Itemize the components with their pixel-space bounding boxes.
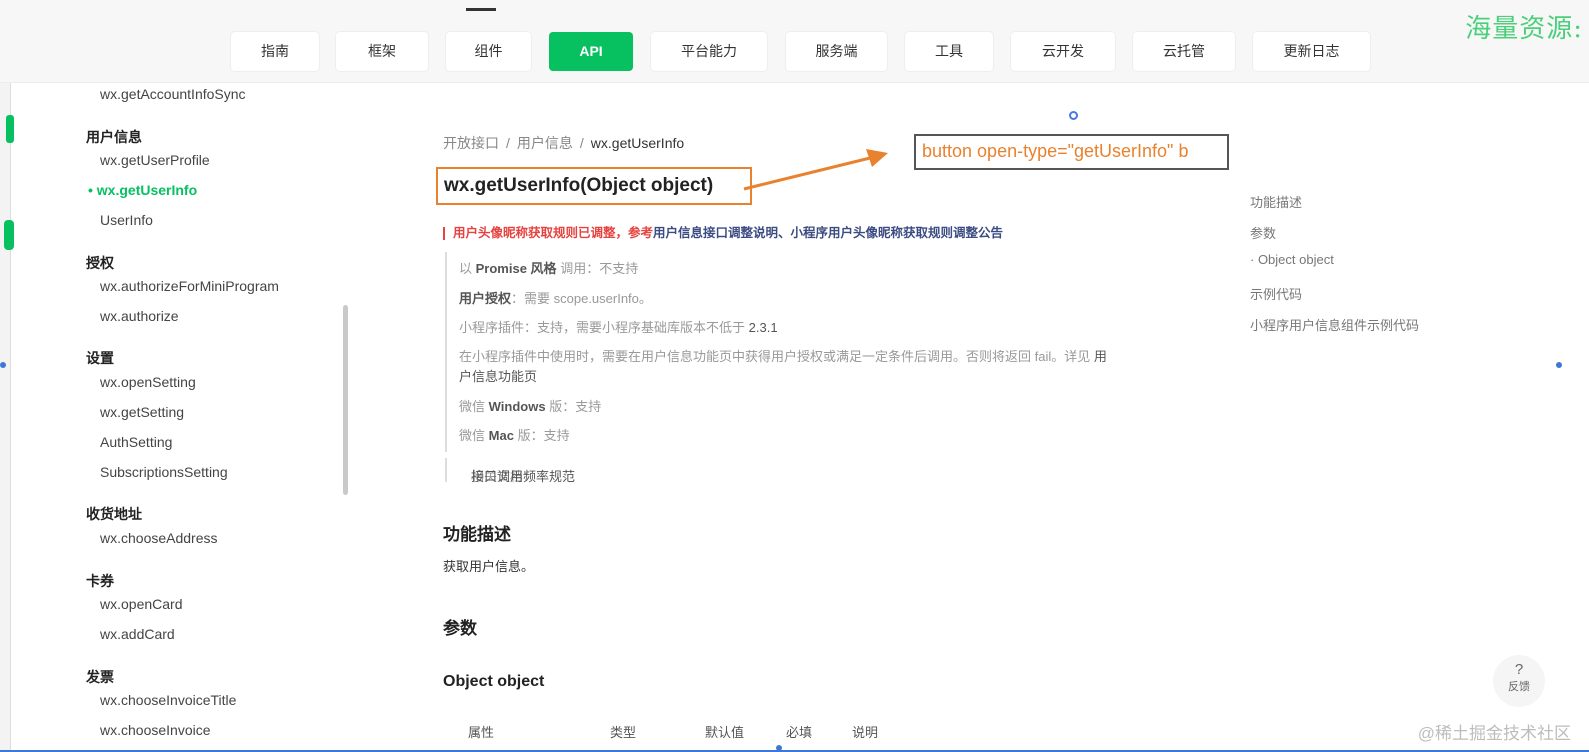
user-auth-value: ：需要 scope.userInfo。 — [511, 291, 652, 306]
notice-bar — [443, 227, 445, 241]
section-desc-text: 获取用户信息。 — [443, 559, 535, 574]
mac-support-line: 微信 Mac 版：支持 — [459, 425, 570, 444]
section-desc-title: 功能描述 — [443, 525, 511, 544]
table-header-type: 类型 — [610, 725, 637, 740]
sidebar-item-authorizeforminiprogram[interactable]: wx.authorizeForMiniProgram — [100, 278, 279, 294]
section-params-title: 参数 — [443, 619, 477, 638]
sidebar-group-authorize: 授权 — [86, 255, 114, 271]
question-icon: ? — [1514, 661, 1524, 678]
promise-style-link[interactable]: Promise 风格 — [476, 261, 557, 276]
nav-platform[interactable]: 平台能力 — [651, 32, 767, 71]
sidebar-item-userinfo[interactable]: UserInfo — [100, 212, 153, 228]
breadcrumb-open-interface[interactable]: 开放接口 — [443, 135, 499, 151]
nav-framework[interactable]: 框架 — [336, 32, 428, 71]
sidebar-item-authorize[interactable]: wx.authorize — [100, 308, 179, 324]
toc-example[interactable]: 示例代码 — [1250, 284, 1302, 303]
promise-suffix: 调用：不支持 — [560, 261, 639, 276]
user-auth-link[interactable]: 用户授权 — [459, 291, 511, 306]
toc-object[interactable]: · Object object — [1250, 252, 1334, 267]
breadcrumb-current: wx.getUserInfo — [590, 135, 685, 151]
breadcrumb: 开放接口 / 用户信息 / wx.getUserInfo — [443, 133, 684, 153]
watermark-top: 海量资源: — [1465, 14, 1583, 44]
related-docs: 相关文档： 接口调用频率规范 — [445, 458, 575, 484]
promise-style-line: 以 Promise 风格 调用：不支持 — [459, 258, 638, 277]
feedback-button[interactable]: ? 反馈 — [1493, 655, 1545, 707]
windows-prefix: 微信 — [459, 399, 486, 414]
feedback-label: 反馈 — [1508, 681, 1530, 693]
sidebar-group-userinfo: 用户信息 — [86, 129, 142, 145]
nav-cloud-dev[interactable]: 云开发 — [1011, 32, 1115, 71]
sidebar-item-getuserprofile[interactable]: wx.getUserProfile — [100, 152, 210, 168]
sidebar-group-invoice: 发票 — [86, 669, 114, 685]
sidebar-item-subscriptionssetting[interactable]: SubscriptionsSetting — [100, 464, 228, 480]
plugin-note-line-2: 户信息功能页 — [459, 366, 537, 385]
table-header-description: 说明 — [852, 725, 879, 740]
plugin-note-link[interactable]: 用 — [1094, 349, 1107, 364]
sidebar-group-card: 卡券 — [86, 573, 114, 589]
nav-server[interactable]: 服务端 — [786, 32, 887, 71]
windows-support-line: 微信 Windows 版：支持 — [459, 396, 601, 415]
nav-tools[interactable]: 工具 — [905, 32, 993, 71]
breadcrumb-userinfo[interactable]: 用户信息 — [517, 135, 573, 151]
api-info-block: 以 Promise 风格 调用：不支持 用户授权：需要 scope.userIn… — [445, 252, 1107, 452]
annotation-handle-dot[interactable] — [1069, 111, 1078, 120]
plugin-label: 小程序插件 — [459, 320, 525, 335]
sidebar-item-authsetting[interactable]: AuthSetting — [100, 434, 172, 450]
plugin-note-line: 在小程序插件中使用时，需要在用户信息功能页中获得用户授权或满足一定条件后调用。否… — [459, 346, 1107, 365]
notice-link[interactable]: 用户信息接口调整说明、小程序用户头像昵称获取规则调整公告 — [653, 226, 1003, 240]
plugin-value: ：支持，需要小程序基础库版本不低于 — [524, 320, 746, 335]
annotation-arrow-icon — [743, 149, 888, 191]
watermark-bottom: @稀土掘金技术社区 — [1417, 724, 1571, 743]
plugin-note: 在小程序插件中使用时，需要在用户信息功能页中获得用户授权或满足一定条件后调用。否… — [459, 349, 1091, 364]
sidebar-item-opensetting[interactable]: wx.openSetting — [100, 374, 196, 390]
active-dot: • — [88, 182, 97, 198]
table-header-default: 默认值 — [705, 725, 745, 740]
mac-prefix: 微信 — [459, 428, 486, 443]
windows-label: Windows — [488, 399, 546, 414]
sidebar-group-address: 收货地址 — [86, 506, 142, 522]
sidebar-item-chooseaddress[interactable]: wx.chooseAddress — [100, 530, 218, 546]
userinfo-function-page-link[interactable]: 户信息功能页 — [459, 369, 537, 384]
breadcrumb-separator: / — [579, 135, 584, 151]
sidebar-item-chooseinvoice[interactable]: wx.chooseInvoice — [100, 722, 211, 738]
top-navigation-bar: 指南 框架 组件 API 平台能力 服务端 工具 云开发 云托管 更新日志 海量… — [0, 0, 1589, 83]
selection-handle-left[interactable] — [0, 362, 6, 368]
windows-support: 版：支持 — [549, 399, 602, 414]
toc-userinfo-component-example[interactable]: 小程序用户信息组件示例代码 — [1250, 315, 1419, 334]
table-header-required: 必填 — [786, 725, 813, 740]
sidebar-item-addcard[interactable]: wx.addCard — [100, 626, 175, 642]
toc-params[interactable]: 参数 — [1250, 223, 1276, 242]
mac-label: Mac — [488, 428, 514, 443]
selection-handle-right[interactable] — [1556, 362, 1562, 368]
breadcrumb-separator: / — [506, 135, 510, 151]
sidebar-item-opencard[interactable]: wx.openCard — [100, 596, 183, 612]
sidebar-item-chooseinvoicetitle[interactable]: wx.chooseInvoiceTitle — [100, 692, 236, 708]
top-notch — [466, 8, 496, 11]
plugin-line: 小程序插件：支持，需要小程序基础库版本不低于 2.3.1 — [459, 317, 778, 336]
nav-components[interactable]: 组件 — [446, 32, 531, 71]
sidebar: wx.getAccountInfoSync 用户信息 wx.getUserPro… — [10, 82, 350, 752]
plugin-version: 2.3.1 — [748, 320, 778, 335]
table-header-property: 属性 — [468, 725, 495, 740]
user-auth-line: 用户授权：需要 scope.userInfo。 — [459, 288, 652, 307]
notice-banner: 用户头像昵称获取规则已调整，参考用户信息接口调整说明、小程序用户头像昵称获取规则… — [443, 222, 1003, 241]
promise-prefix: 以 — [459, 261, 473, 276]
sidebar-scrollbar[interactable] — [343, 305, 348, 495]
annotation-text-box[interactable]: button open-type="getUserInfo" b — [914, 134, 1229, 170]
sidebar-group-settings: 设置 — [86, 350, 114, 366]
toc-desc[interactable]: 功能描述 — [1250, 192, 1302, 211]
sidebar-item-label: wx.getUserInfo — [96, 182, 198, 198]
mac-support: 版：支持 — [517, 428, 570, 443]
notice-text: 用户头像昵称获取规则已调整，参考 — [453, 226, 654, 240]
sidebar-item-getsetting[interactable]: wx.getSetting — [100, 404, 184, 420]
sidebar-item-getaccountinfosync[interactable]: wx.getAccountInfoSync — [100, 86, 246, 102]
page-title: wx.getUserInfo(Object object) — [444, 175, 714, 196]
related-docs-link[interactable]: 接口调用频率规范 — [471, 466, 575, 485]
nav-cloud-hosting[interactable]: 云托管 — [1133, 32, 1235, 71]
section-object-title: Object object — [443, 673, 545, 690]
sidebar-item-getuserinfo[interactable]: • wx.getUserInfo — [88, 182, 197, 198]
nav-guide[interactable]: 指南 — [231, 32, 319, 71]
nav-api[interactable]: API — [549, 32, 633, 71]
nav-changelog[interactable]: 更新日志 — [1253, 32, 1370, 71]
